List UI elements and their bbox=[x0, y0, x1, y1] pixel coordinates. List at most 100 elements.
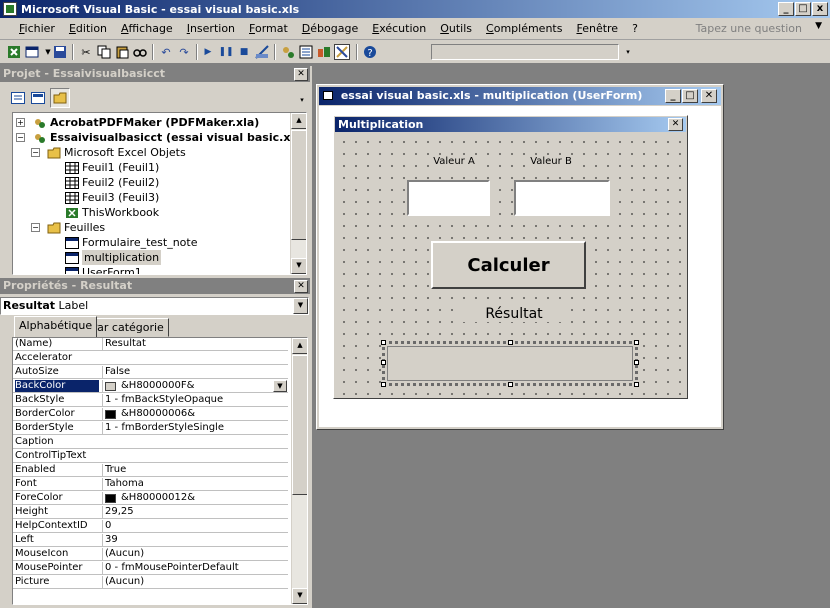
label-valeur-a[interactable]: Valeur A bbox=[429, 156, 479, 167]
maximize-button[interactable]: □ bbox=[795, 2, 811, 16]
menu-complements[interactable]: Compléments bbox=[479, 22, 569, 35]
project-explorer-icon[interactable] bbox=[280, 44, 296, 60]
tree-item-feuil3[interactable]: Feuil3 (Feuil3) bbox=[65, 190, 159, 205]
tree-item-multiplication[interactable]: multiplication bbox=[65, 250, 162, 265]
property-value[interactable]: 29,25 bbox=[102, 506, 288, 518]
tree-item-acrobat[interactable]: AcrobatPDFMaker (PDFMaker.xla) bbox=[33, 115, 259, 130]
undo-icon[interactable]: ↶ bbox=[158, 44, 174, 60]
property-value[interactable]: 0 - fmMousePointerDefault bbox=[102, 562, 288, 574]
tab-par-categorie[interactable]: Par catégorie bbox=[86, 318, 169, 337]
toolbox-icon[interactable] bbox=[334, 44, 350, 60]
property-value[interactable]: &H8000000F& bbox=[102, 380, 288, 392]
collapse-icon[interactable]: − bbox=[31, 223, 40, 232]
property-value[interactable]: &H80000006& bbox=[102, 408, 288, 420]
find-icon[interactable] bbox=[132, 44, 148, 60]
property-row[interactable]: ControlTipText bbox=[13, 450, 288, 463]
scroll-thumb[interactable] bbox=[292, 355, 307, 495]
property-row[interactable]: Picture (Aucun) bbox=[13, 576, 288, 589]
properties-close-icon[interactable]: ✕ bbox=[294, 280, 308, 293]
chevron-down-icon[interactable]: ▼ bbox=[273, 380, 287, 392]
property-row[interactable]: HelpContextID 0 bbox=[13, 520, 288, 533]
property-row[interactable]: Accelerator bbox=[13, 352, 288, 365]
view-code-icon[interactable] bbox=[10, 90, 26, 106]
pause-icon[interactable]: ❚❚ bbox=[218, 44, 234, 60]
design-mode-icon[interactable] bbox=[254, 44, 270, 60]
property-value[interactable]: True bbox=[102, 464, 288, 476]
property-value[interactable]: &H80000012& bbox=[102, 492, 288, 504]
designer-maximize-button[interactable]: □ bbox=[682, 89, 698, 103]
menu-affichage[interactable]: Affichage bbox=[114, 22, 180, 35]
redo-icon[interactable]: ↷ bbox=[176, 44, 192, 60]
property-row[interactable]: ForeColor &H80000012& bbox=[13, 492, 288, 505]
tree-item-formulaire[interactable]: Formulaire_test_note bbox=[65, 235, 198, 250]
property-value[interactable]: 1 - fmBorderStyleSingle bbox=[102, 422, 288, 434]
save-icon[interactable] bbox=[52, 44, 68, 60]
expand-icon[interactable]: + bbox=[16, 118, 25, 127]
resize-handle[interactable] bbox=[634, 360, 639, 365]
scroll-up-icon[interactable]: ▲ bbox=[292, 338, 307, 354]
resize-handle[interactable] bbox=[508, 340, 513, 345]
textbox-valeur-b[interactable] bbox=[514, 180, 610, 216]
tree-item-thisworkbook[interactable]: ThisWorkbook bbox=[65, 205, 159, 220]
property-row[interactable]: Height 29,25 bbox=[13, 506, 288, 519]
project-scrollbar[interactable]: ▲ ▼ bbox=[290, 113, 306, 274]
resultat-label-selected[interactable] bbox=[381, 340, 639, 387]
property-row[interactable]: AutoSize False bbox=[13, 366, 288, 379]
menu-edition[interactable]: Edition bbox=[62, 22, 114, 35]
designer-close-button[interactable]: ✕ bbox=[701, 89, 717, 103]
tab-alphabetique[interactable]: Alphabétique bbox=[14, 316, 98, 337]
property-row[interactable]: BorderColor &H80000006& bbox=[13, 408, 288, 421]
property-value[interactable]: 0 bbox=[102, 520, 288, 532]
label-valeur-b[interactable]: Valeur B bbox=[526, 156, 576, 167]
stop-icon[interactable]: ■ bbox=[236, 44, 252, 60]
collapse-icon[interactable]: − bbox=[16, 133, 25, 142]
resize-handle[interactable] bbox=[381, 382, 386, 387]
scroll-thumb[interactable] bbox=[291, 130, 306, 240]
tree-item-feuil2[interactable]: Feuil2 (Feuil2) bbox=[65, 175, 159, 190]
resize-handle[interactable] bbox=[508, 382, 513, 387]
property-row[interactable]: BackStyle 1 - fmBackStyleOpaque bbox=[13, 394, 288, 407]
collapse-icon[interactable]: − bbox=[31, 148, 40, 157]
chevron-down-icon[interactable]: ▼ bbox=[815, 21, 822, 31]
menu-outils[interactable]: Outils bbox=[433, 22, 479, 35]
pane-dropdown-icon[interactable]: ▾ bbox=[294, 92, 310, 108]
tree-item-userform1[interactable]: UserForm1 bbox=[65, 265, 142, 274]
object-browser-icon[interactable] bbox=[316, 44, 332, 60]
object-selector[interactable]: Resultat Label ▼ bbox=[0, 297, 309, 315]
property-row[interactable]: (Name) Resultat bbox=[13, 338, 288, 351]
property-value[interactable]: False bbox=[102, 366, 288, 378]
property-row[interactable]: BackColor &H8000000F& ▼ bbox=[13, 380, 288, 393]
tree-item-feuil1[interactable]: Feuil1 (Feuil1) bbox=[65, 160, 159, 175]
scroll-down-icon[interactable]: ▼ bbox=[292, 588, 307, 604]
property-value[interactable]: (Aucun) bbox=[102, 548, 288, 560]
minimize-button[interactable]: _ bbox=[778, 2, 794, 16]
property-row[interactable]: MouseIcon (Aucun) bbox=[13, 548, 288, 561]
property-value[interactable]: Resultat bbox=[102, 338, 288, 350]
copy-icon[interactable] bbox=[96, 44, 112, 60]
property-row[interactable]: MousePointer 0 - fmMousePointerDefault bbox=[13, 562, 288, 575]
help-icon[interactable]: ? bbox=[362, 44, 378, 60]
resize-handle[interactable] bbox=[634, 382, 639, 387]
property-row[interactable]: Caption bbox=[13, 436, 288, 449]
property-row[interactable]: Enabled True bbox=[13, 464, 288, 477]
cut-icon[interactable]: ✂ bbox=[78, 44, 94, 60]
properties-scrollbar[interactable]: ▲ ▼ bbox=[291, 338, 307, 604]
textbox-valeur-a[interactable] bbox=[407, 180, 490, 216]
resize-handle[interactable] bbox=[381, 360, 386, 365]
paste-icon[interactable] bbox=[114, 44, 130, 60]
scroll-up-icon[interactable]: ▲ bbox=[291, 113, 306, 129]
property-value[interactable]: Tahoma bbox=[102, 478, 288, 490]
toolbar-options-icon[interactable]: ▾ bbox=[620, 44, 636, 60]
project-close-icon[interactable]: ✕ bbox=[294, 68, 308, 81]
menu-execution[interactable]: Exécution bbox=[365, 22, 433, 35]
resize-handle[interactable] bbox=[634, 340, 639, 345]
close-button[interactable]: x bbox=[812, 2, 828, 16]
tree-item-feuilles[interactable]: Feuilles bbox=[47, 220, 105, 235]
view-object-icon[interactable] bbox=[30, 90, 46, 106]
scroll-down-icon[interactable]: ▼ bbox=[291, 258, 306, 274]
insert-userform-icon[interactable] bbox=[24, 44, 40, 60]
calculer-button[interactable]: Calculer bbox=[431, 241, 586, 289]
run-icon[interactable]: ▶ bbox=[200, 44, 216, 60]
help-search-input[interactable]: Tapez une question bbox=[696, 22, 802, 35]
menu-fichier[interactable]: Fichier bbox=[12, 22, 62, 35]
